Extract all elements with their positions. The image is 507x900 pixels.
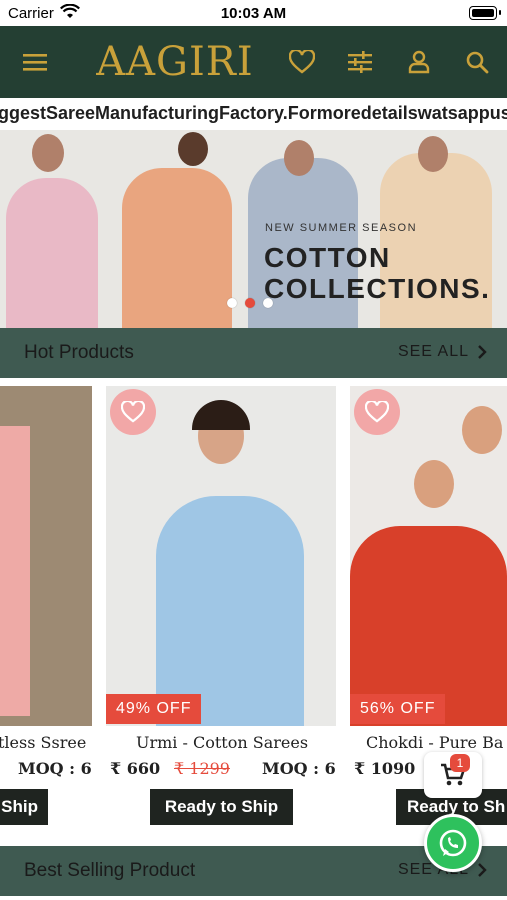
carousel-dot[interactable] [263, 298, 273, 308]
product-name-3[interactable]: Chokdi - Pure Ba [366, 733, 503, 752]
wishlist-heart-icon[interactable] [354, 389, 400, 435]
banner-headline: COTTON COLLECTIONS. [264, 242, 490, 304]
status-bar: Carrier 10:03 AM [0, 0, 507, 26]
cart-count-badge: 1 [450, 754, 470, 772]
heart-icon[interactable] [284, 44, 320, 80]
app-header: AAGIRI [0, 26, 507, 98]
wishlist-heart-icon[interactable] [110, 389, 156, 435]
product-name-1[interactable]: tless Ssree [0, 733, 86, 752]
whatsapp-chat-button[interactable] [424, 814, 482, 872]
product-name-2[interactable]: Urmi - Cotton Sarees [136, 733, 308, 752]
banner-headline-line1: COTTON [264, 242, 391, 273]
carousel-dot-active[interactable] [245, 298, 255, 308]
chevron-right-icon [478, 863, 487, 877]
marquee-text: ggestSareeManufacturingFactory.Formorede… [0, 103, 507, 123]
banner-tagline: NEW SUMMER SEASON [265, 222, 418, 234]
section-title: Hot Products [24, 342, 134, 363]
product-moq-2: MOQ : 6 [262, 759, 336, 778]
announcement-marquee: ggestSareeManufacturingFactory.Formorede… [0, 98, 507, 130]
discount-badge-3: 56% OFF [350, 694, 446, 724]
button-label: Ship [1, 797, 38, 816]
menu-icon[interactable] [17, 44, 53, 80]
ready-to-ship-button-1[interactable]: Ship [0, 789, 48, 825]
product-mrp-2: ₹ 1299 [174, 759, 230, 778]
product-price-3: ₹ 1090 [354, 759, 416, 778]
battery-tip [499, 10, 501, 15]
hot-products-header: Hot Products SEE ALL [0, 328, 507, 378]
see-all-link[interactable]: SEE ALL [398, 343, 487, 361]
search-icon[interactable] [459, 44, 495, 80]
product-moq-1: MOQ : 6 [18, 759, 92, 778]
product-image-2[interactable] [106, 386, 336, 726]
whatsapp-icon [439, 829, 467, 857]
user-icon[interactable] [401, 44, 437, 80]
filter-icon[interactable] [342, 44, 378, 80]
banner-headline-line2: COLLECTIONS. [264, 273, 491, 304]
promo-banner[interactable]: NEW SUMMER SEASON COTTON COLLECTIONS. [0, 130, 507, 328]
floating-cart-button[interactable]: 1 [424, 752, 482, 798]
chevron-right-icon [478, 345, 487, 359]
ready-to-ship-button-2[interactable]: Ready to Ship [150, 789, 293, 825]
button-label: Ready to Ship [164, 797, 279, 816]
see-all-label: SEE ALL [397, 343, 469, 360]
carousel-dot[interactable] [227, 298, 237, 308]
battery-icon [469, 6, 497, 20]
clock: 10:03 AM [220, 5, 287, 22]
discount-badge-2: 49% OFF [106, 694, 202, 724]
product-image-1[interactable] [0, 386, 92, 726]
product-image-3[interactable] [350, 386, 507, 726]
section-title: Best Selling Product [24, 860, 196, 881]
carousel-dots [227, 298, 273, 308]
brand-logo[interactable]: AAGIRI [95, 38, 255, 86]
product-price-2: ₹ 660 [110, 759, 161, 778]
